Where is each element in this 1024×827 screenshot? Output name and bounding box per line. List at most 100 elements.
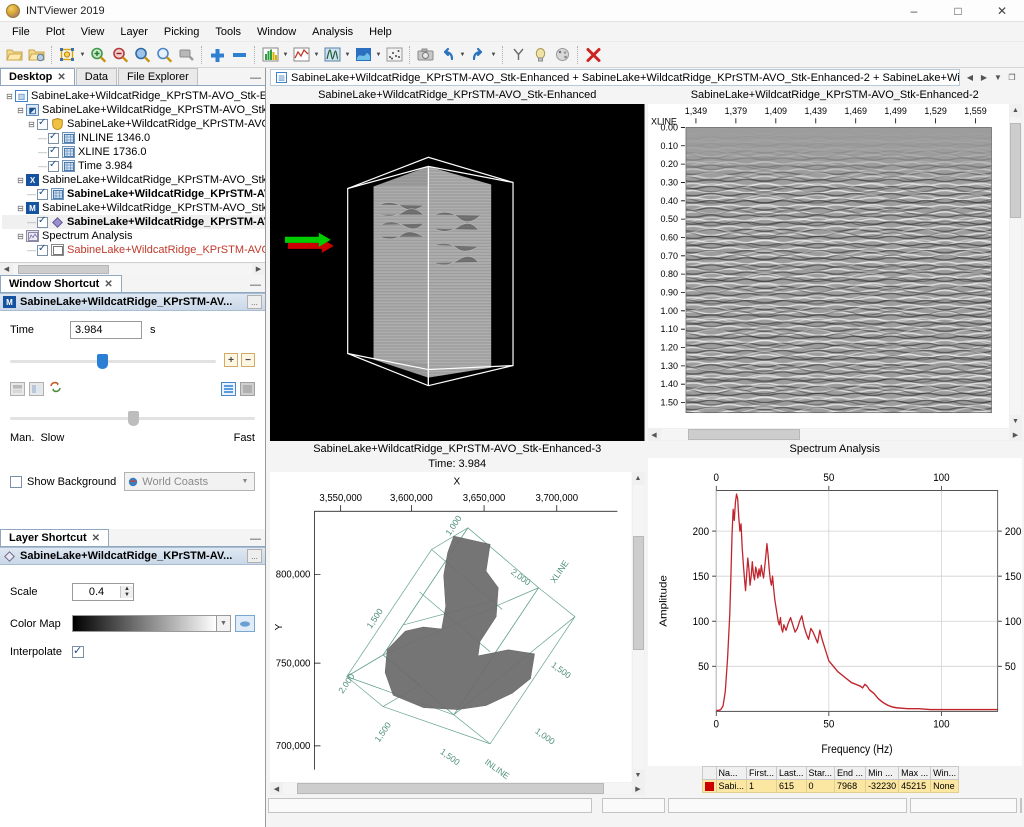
maximize-button[interactable]: □ — [936, 0, 980, 22]
tree-item[interactable]: — Time 3.984 — [2, 159, 265, 173]
col-first[interactable]: First... — [746, 766, 778, 780]
background-combo[interactable]: World Coasts ▼ — [124, 472, 255, 491]
open-folder-icon[interactable] — [3, 44, 25, 66]
show-background-checkbox[interactable] — [10, 475, 22, 488]
time-slider-thumb[interactable] — [96, 354, 108, 369]
menu-analysis[interactable]: Analysis — [304, 24, 361, 40]
view-spectrum-canvas[interactable]: 50 50 100 100 150 150 200 200 0 0 50 50 100 100 Freque… — [647, 458, 1022, 766]
scatter-icon[interactable] — [383, 44, 405, 66]
spectrum-data-table[interactable]: Na... First... Last... Star... End ... M… — [701, 766, 960, 793]
prev-tab-icon[interactable]: ◀ — [963, 70, 977, 85]
add-icon[interactable] — [206, 44, 228, 66]
menu-layer[interactable]: Layer — [112, 24, 156, 40]
zoom-out-icon[interactable] — [109, 44, 131, 66]
speed-slider[interactable] — [10, 410, 255, 426]
expander-icon[interactable]: ⊟ — [15, 204, 26, 213]
map-horizontal-scrollbar[interactable]: ◀ ▶ — [270, 782, 645, 795]
remove-icon[interactable] — [228, 44, 250, 66]
scroll-down-icon[interactable]: ▼ — [632, 769, 645, 782]
tab-list-icon[interactable]: ▼ — [991, 70, 1005, 85]
expander-icon[interactable]: ⊟ — [4, 92, 15, 101]
tree-item[interactable]: ⊟ Spectrum Analysis — [2, 229, 265, 243]
tree-item[interactable]: ⊟ X SabineLake+WildcatRidge_KPrSTM-AVO_S… — [2, 173, 265, 187]
view-map-canvas[interactable]: X 3,550,000 3,600,000 3,650,000 3,700,000 — [270, 472, 632, 782]
expander-icon[interactable]: ⊟ — [15, 176, 26, 185]
maximize-doc-icon[interactable]: ❐ — [1005, 70, 1019, 85]
chevron-down-icon[interactable]: ▼ — [238, 478, 252, 485]
select-area-icon[interactable] — [56, 44, 78, 66]
desktop-tree[interactable]: ⊟ ▥ SabineLake+WildcatRidge_KPrSTM-AVO_S… — [0, 86, 265, 262]
view-3d-canvas[interactable] — [270, 104, 645, 441]
split-pane-icon[interactable] — [29, 381, 44, 396]
scroll-track[interactable] — [13, 263, 252, 275]
scroll-up-icon[interactable]: ▲ — [1009, 104, 1022, 117]
colormap-gradient[interactable] — [72, 615, 217, 632]
zoom-in-icon[interactable] — [87, 44, 109, 66]
tab-desktop[interactable]: Desktop ✕ — [0, 68, 75, 85]
col-name[interactable]: Na... — [715, 766, 748, 780]
undo-dropdown-icon[interactable]: ▼ — [458, 44, 467, 66]
chevron-down-icon[interactable]: ▼ — [217, 615, 231, 632]
redo-icon[interactable] — [467, 44, 489, 66]
edit-colormap-icon[interactable] — [235, 615, 255, 632]
tree-item-checkbox[interactable] — [37, 117, 48, 130]
col-max[interactable]: Max ... — [898, 766, 932, 780]
close-icon[interactable]: ✕ — [57, 72, 65, 83]
minimize-panel-icon[interactable]: — — [250, 73, 261, 84]
tab-window-shortcut[interactable]: Window Shortcut ✕ — [0, 275, 122, 292]
tree-horizontal-scrollbar[interactable]: ◀ ▶ — [0, 262, 265, 276]
scroll-down-icon[interactable]: ▼ — [1009, 415, 1022, 428]
tree-item[interactable]: ⊟ ▥ SabineLake+WildcatRidge_KPrSTM-AVO_S… — [2, 89, 265, 103]
tree-item-checkbox[interactable] — [37, 215, 48, 228]
histogram-dropdown-icon[interactable]: ▼ — [281, 44, 290, 66]
speed-slider-thumb[interactable] — [127, 411, 139, 426]
scale-down-icon[interactable]: ▼ — [121, 592, 133, 598]
interpolate-checkbox[interactable] — [72, 644, 84, 658]
undo-icon[interactable] — [436, 44, 458, 66]
open-recent-folder-icon[interactable] — [25, 44, 47, 66]
snapshot-icon[interactable] — [414, 44, 436, 66]
menu-tools[interactable]: Tools — [207, 24, 249, 40]
time-slider[interactable] — [10, 353, 216, 369]
well-path-icon[interactable] — [507, 44, 529, 66]
curve-plot-icon[interactable] — [290, 44, 312, 66]
select-dropdown-icon[interactable]: ▼ — [78, 44, 87, 66]
menu-plot[interactable]: Plot — [38, 24, 73, 40]
scroll-up-icon[interactable]: ▲ — [632, 472, 645, 485]
col-start[interactable]: Star... — [805, 766, 836, 780]
tree-item[interactable]: — INLINE 1346.0 — [2, 131, 265, 145]
tree-item-checkbox[interactable] — [48, 159, 59, 172]
col-window[interactable]: Win... — [930, 766, 960, 780]
tree-item[interactable]: — SabineLake+WildcatRidge_KPrSTM-AVO_Stk… — [2, 243, 265, 257]
tree-item[interactable]: ⊟ SabineLake+WildcatRidge_KPrSTM-AVO_Stk… — [2, 117, 265, 131]
tab-data[interactable]: Data — [75, 68, 118, 85]
scroll-thumb[interactable] — [17, 264, 109, 274]
section-horizontal-scrollbar[interactable]: ◀ ▶ — [647, 428, 1022, 441]
histogram-icon[interactable] — [259, 44, 281, 66]
view-section-canvas[interactable]: XLINE 1,349 1,379 1,409 1,439 1,469 1,499 1… — [647, 104, 1009, 428]
col-end[interactable]: End ... — [834, 766, 867, 780]
single-pane-icon[interactable] — [10, 381, 25, 396]
window-shortcut-menu-button[interactable]: ... — [247, 295, 262, 309]
tab-layer-shortcut[interactable]: Layer Shortcut ✕ — [0, 529, 110, 546]
minimize-panel-icon[interactable]: — — [250, 280, 261, 291]
layer-shortcut-menu-button[interactable]: ... — [247, 549, 262, 563]
scroll-track[interactable] — [632, 485, 644, 769]
list-view-icon[interactable] — [221, 381, 236, 396]
map-dropdown-icon[interactable]: ▼ — [374, 44, 383, 66]
sync-icon[interactable] — [49, 381, 62, 396]
scroll-right-icon[interactable]: ▶ — [1009, 428, 1022, 441]
minimize-panel-icon[interactable]: — — [250, 534, 261, 545]
tree-item[interactable]: — SabineLake+WildcatRidge_KPrSTM-AVO_Stk… — [2, 215, 265, 229]
tree-item-checkbox[interactable] — [37, 243, 48, 256]
scroll-left-icon[interactable]: ◀ — [270, 782, 283, 795]
map-vertical-scrollbar[interactable]: ▲ ▼ — [631, 472, 645, 782]
scroll-track[interactable] — [283, 783, 632, 794]
tree-item[interactable]: — XLINE 1736.0 — [2, 145, 265, 159]
menu-view[interactable]: View — [73, 24, 113, 40]
zoom-reset-icon[interactable] — [153, 44, 175, 66]
close-button[interactable]: ✕ — [980, 0, 1024, 22]
tree-item[interactable]: ⊟ M SabineLake+WildcatRidge_KPrSTM-AVO_S… — [2, 201, 265, 215]
grid-view-icon[interactable] — [240, 381, 255, 396]
tree-item[interactable]: — SabineLake+WildcatRidge_KPrSTM-AVO_Stk… — [2, 187, 265, 201]
